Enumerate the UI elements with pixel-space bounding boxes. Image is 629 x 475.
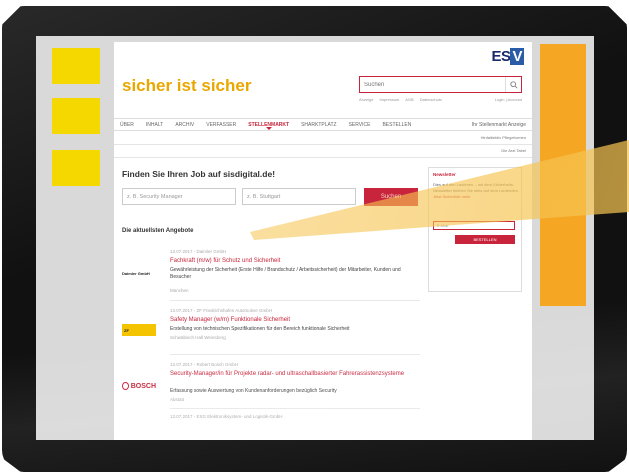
meta-link[interactable]: Anzeige (359, 97, 373, 102)
esv-logo-prefix: ES (491, 48, 511, 65)
sub-nav-link[interactable]: Die Arzt Tabel (501, 148, 526, 153)
nav-item[interactable]: ÜBER (120, 122, 134, 128)
divider (114, 157, 532, 158)
meta-link[interactable]: AGB (405, 97, 413, 102)
job-description: Erstellung von technischen Spezifikation… (170, 326, 350, 332)
yellow-side-tab (52, 48, 100, 84)
job-description: Erfassung sowie Auswertung von Kundenanf… (170, 388, 337, 394)
search-meta-links: Anzeige Impressum AGB Datenschutz Login … (359, 97, 522, 102)
job-title-link[interactable]: Security-Manager/in für Projekte radar- … (170, 370, 420, 378)
offers-title: Die aktuellsten Angebote (122, 228, 194, 234)
company-logo: BOSCH (122, 380, 156, 392)
job-location: Abstatt (170, 397, 185, 402)
esv-logo-accent: V (510, 48, 524, 65)
nav-item[interactable]: INHALT (146, 122, 163, 128)
job-date: 13.07.2017 - Robert Bosch GmbH (170, 362, 239, 367)
yellow-side-tab (52, 98, 100, 134)
newsletter-text: Dies auf den Laufenen – mit dem Sicherhe… (433, 182, 519, 200)
meta-link[interactable]: Impressum (379, 97, 399, 102)
company-logo-text: BOSCH (130, 382, 156, 390)
divider (170, 300, 420, 301)
nav-item[interactable]: ARCHIV (175, 122, 194, 128)
job-location: Schwäbisch Hall Weinsberg (170, 335, 226, 340)
yellow-side-tab (52, 150, 100, 186)
job-search-title: Finden Sie Ihren Job auf sisdigital.de! (122, 169, 276, 179)
job-title-link[interactable]: Fachkraft (m/w) für Schutz und Sicherhei… (170, 257, 420, 265)
nav-item[interactable]: VERFASSER (206, 122, 236, 128)
tablet-frame: ESV sicher ist sicher Anzeige Impressum … (0, 0, 629, 475)
newsletter-title: Newsletter (433, 172, 456, 177)
company-logo-text: Daimler GmbH (122, 270, 150, 276)
job-location: München (170, 288, 189, 293)
brand-name[interactable]: sicher ist sicher (122, 76, 251, 96)
bosch-icon (122, 382, 129, 390)
nav-item[interactable]: SERVICE (349, 122, 371, 128)
company-logo-text: ZF (124, 327, 129, 333)
nav-item-stellenmarkt[interactable]: STELLENMARKT (248, 122, 289, 128)
nav-right-link[interactable]: Ihr Stellenmarkt Anzeige (472, 122, 526, 128)
newsletter-link[interactable]: Jetzt Sicherheit mehr (433, 194, 471, 199)
web-page: ESV sicher ist sicher Anzeige Impressum … (114, 42, 532, 440)
job-what-field[interactable]: z. B. Security Manager (122, 188, 236, 205)
newsletter-subscribe-button[interactable]: BESTELLEN (455, 235, 515, 244)
nav-item[interactable]: SHARKTPLATZ (301, 122, 336, 128)
search-input[interactable] (360, 77, 505, 92)
divider (114, 144, 532, 145)
meta-link[interactable]: Login | Account (495, 97, 522, 102)
job-where-field[interactable]: z. B. Stuttgart (242, 188, 356, 205)
divider (170, 354, 420, 355)
company-logo: Daimler GmbH (122, 267, 156, 279)
search-icon[interactable] (505, 77, 521, 92)
search-bar (359, 76, 522, 93)
company-logo: ZF (122, 324, 156, 336)
esv-logo[interactable]: ES V (491, 48, 524, 65)
job-title-link[interactable]: Safety Manager (w/m) Funktionale Sicherh… (170, 316, 420, 324)
job-description: Gewährleistung der Sicherheit (Erste Hil… (170, 267, 401, 280)
newsletter-box: Newsletter Dies auf den Laufenen – mit d… (428, 167, 522, 292)
job-date: 13.07.2017 - ESG Elektroniksystem- und L… (170, 414, 283, 419)
job-date: 13.07.2017 - Daimler GmbH (170, 249, 227, 254)
meta-link[interactable]: Datenschutz (420, 97, 442, 102)
sub-nav-link[interactable]: Hinfaltiebliv Pflegeformen (481, 135, 526, 140)
job-search-button[interactable]: Suchen (364, 188, 418, 206)
job-date: 13.07.2017 - ZF Friedrichshafen Automoti… (170, 308, 273, 313)
divider (170, 408, 420, 409)
newsletter-email-field[interactable]: E-Mail (433, 221, 515, 230)
nav-item[interactable]: BESTELLEN (382, 122, 411, 128)
tablet-screen: ESV sicher ist sicher Anzeige Impressum … (36, 36, 594, 440)
main-nav: ÜBER INHALT ARCHIV VERFASSER STELLENMARK… (114, 118, 532, 131)
newsletter-description: Dies auf den Laufenen – mit dem Sicherhe… (433, 182, 518, 193)
orange-side-column (540, 44, 586, 306)
